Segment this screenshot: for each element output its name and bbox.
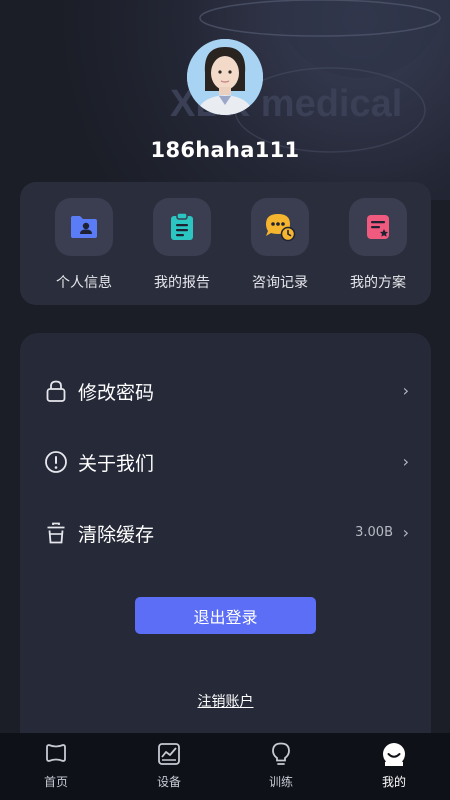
- tab-label: 我的: [381, 775, 406, 789]
- tab-label: 首页: [43, 775, 68, 789]
- chevron-right-icon: ›: [402, 381, 409, 400]
- deregister-account-link-row: 注销账户: [20, 691, 431, 711]
- tab-label: 设备: [156, 775, 181, 789]
- personal-info-folder-icon: [55, 198, 113, 256]
- menu-item-clear-cache[interactable]: 清除缓存 3.00B ›: [20, 511, 431, 555]
- bottom-tab-bar: 首页 设备 训练 我的: [0, 733, 450, 800]
- plan-document-star-icon: [349, 198, 407, 256]
- quick-action-consultation-history[interactable]: 咨询记录: [245, 198, 315, 298]
- training-bulb-icon: [272, 742, 290, 765]
- quick-action-label: 我的报告: [154, 275, 210, 291]
- menu-item-change-password[interactable]: 修改密码 ›: [20, 369, 431, 413]
- quick-action-label: 个人信息: [56, 275, 112, 291]
- tab-device[interactable]: 设备: [129, 733, 209, 800]
- deregister-account-link[interactable]: 注销账户: [198, 694, 254, 710]
- menu-item-label: 清除缓存: [78, 524, 155, 546]
- menu-item-label: 修改密码: [78, 382, 155, 404]
- avatar[interactable]: [187, 39, 263, 115]
- menu-item-about-us[interactable]: 关于我们 ›: [20, 440, 431, 484]
- chevron-right-icon: ›: [402, 523, 409, 542]
- quick-action-label: 我的方案: [350, 275, 406, 291]
- quick-action-my-report[interactable]: 我的报告: [147, 198, 217, 298]
- quick-action-personal-info[interactable]: 个人信息: [49, 198, 119, 298]
- lock-icon: [46, 380, 66, 402]
- tab-profile[interactable]: 我的: [354, 733, 434, 800]
- report-clipboard-icon: [153, 198, 211, 256]
- menu-item-label: 关于我们: [78, 453, 155, 475]
- tab-training[interactable]: 训练: [241, 733, 321, 800]
- chevron-right-icon: ›: [402, 452, 409, 471]
- cache-size-value: 3.00B: [355, 525, 393, 540]
- info-circle-icon: [45, 451, 67, 473]
- avatar-image: [187, 39, 263, 115]
- home-icon: [46, 744, 66, 762]
- trash-icon: [47, 522, 65, 544]
- consultation-chat-clock-icon: [251, 198, 309, 256]
- quick-action-my-plan[interactable]: 我的方案: [343, 198, 413, 298]
- quick-action-label: 咨询记录: [252, 275, 308, 291]
- profile-icon: [383, 743, 405, 766]
- settings-menu-card: 修改密码 › 关于我们 › 清除缓存 3.00B › 退出登录 注销账户: [20, 333, 431, 753]
- logout-button[interactable]: 退出登录: [135, 597, 316, 634]
- quick-actions-card: 个人信息 我的报告 咨询记录 我的方案: [20, 182, 431, 305]
- username: 186haha111: [150, 138, 300, 162]
- tab-label: 训练: [268, 775, 293, 789]
- device-chart-icon: [158, 743, 180, 765]
- tab-home[interactable]: 首页: [16, 733, 96, 800]
